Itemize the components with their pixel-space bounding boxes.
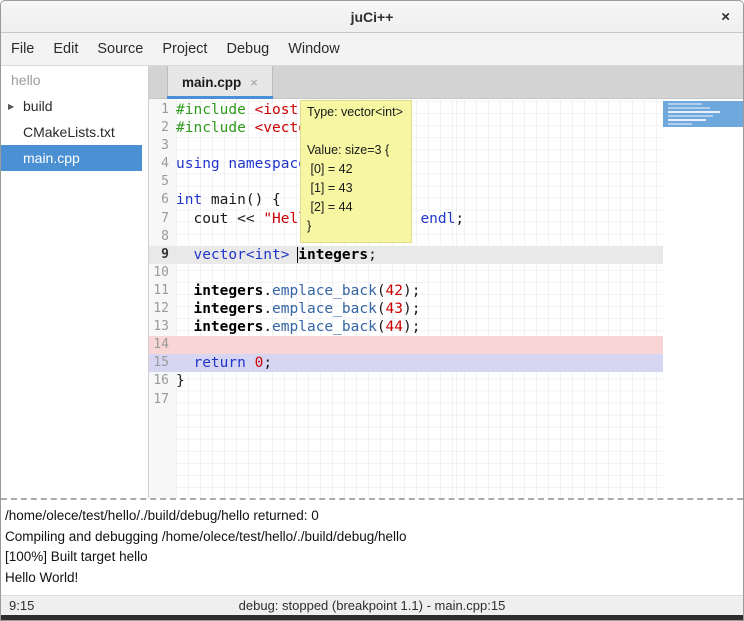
file-sidebar: hello ▶ build CMakeLists.txt main.cpp xyxy=(1,66,149,498)
code-text: vector<int> integers; xyxy=(176,246,377,264)
menu-item-debug[interactable]: Debug xyxy=(226,41,269,57)
file-tree: ▶ build CMakeLists.txt main.cpp xyxy=(1,93,148,171)
expander-icon[interactable]: ▶ xyxy=(8,102,14,111)
tooltip-line: [1] = 43 xyxy=(307,179,405,198)
tooltip-line xyxy=(307,122,405,141)
line-number: 13 xyxy=(149,318,176,336)
code-text: integers.emplace_back(42); xyxy=(176,282,420,300)
main-split: hello ▶ build CMakeLists.txt main.cpp main.… xyxy=(1,66,743,498)
code-line-8[interactable]: 8 xyxy=(149,228,743,246)
code-text: return 0; xyxy=(176,354,272,372)
code-line-9[interactable]: 9 vector<int> integers; xyxy=(149,246,743,264)
code-editor[interactable]: 1#include <iostream>2#include <vector>34… xyxy=(149,99,743,498)
line-number: 15 xyxy=(149,354,176,372)
code-text: integers.emplace_back(43); xyxy=(176,300,420,318)
output-panel[interactable]: /home/olece/test/hello/./build/debug/hel… xyxy=(1,498,743,595)
tab-main-cpp[interactable]: main.cpp × xyxy=(167,66,273,98)
minimap-viewport[interactable] xyxy=(663,101,743,127)
code-line-4[interactable]: 4using namespace std; xyxy=(149,155,743,173)
code-line-12[interactable]: 12 integers.emplace_back(43); xyxy=(149,300,743,318)
line-number: 10 xyxy=(149,264,176,282)
line-number: 6 xyxy=(149,191,176,209)
editor-column: main.cpp × 1#include <iostream>2#include … xyxy=(149,66,743,498)
code-line-6[interactable]: 6int main() { xyxy=(149,191,743,209)
line-number: 5 xyxy=(149,173,176,191)
app-window: juCi++ × File Edit Source Project Debug Windo… xyxy=(0,0,744,621)
window-title: juCi++ xyxy=(351,9,394,25)
status-bar: debug: stopped (breakpoint 1.1) - main.c… xyxy=(1,595,743,615)
code-line-15[interactable]: 15 return 0; xyxy=(149,354,743,372)
tab-strip: main.cpp × xyxy=(149,66,743,99)
code-text: } xyxy=(176,372,185,390)
file-label: main.cpp xyxy=(23,150,80,166)
sidebar-item-build[interactable]: ▶ build xyxy=(1,93,148,119)
overview-minimap[interactable] xyxy=(663,99,743,498)
code-line-14[interactable]: 14 xyxy=(149,336,743,354)
title-bar[interactable]: juCi++ × xyxy=(1,1,743,33)
code-text: integers.emplace_back(44); xyxy=(176,318,420,336)
line-number: 4 xyxy=(149,155,176,173)
code-line-5[interactable]: 5 xyxy=(149,173,743,191)
line-number: 12 xyxy=(149,300,176,318)
debug-status-text: debug: stopped (breakpoint 1.1) - main.c… xyxy=(1,598,743,613)
code-line-16[interactable]: 16} xyxy=(149,372,743,390)
menu-item-project[interactable]: Project xyxy=(162,41,207,57)
code-text: int main() { xyxy=(176,191,281,209)
code-line-3[interactable]: 3 xyxy=(149,137,743,155)
text-cursor: integers xyxy=(297,247,368,263)
file-label: build xyxy=(23,98,53,114)
output-line: Compiling and debugging /home/olece/test… xyxy=(5,527,739,548)
file-label: CMakeLists.txt xyxy=(23,124,115,140)
menu-item-file[interactable]: File xyxy=(11,41,34,57)
tooltip-line: } xyxy=(307,217,405,236)
minimap-text-streak xyxy=(668,123,692,125)
line-number: 7 xyxy=(149,210,176,228)
code-line-7[interactable]: 7 cout << "Hello World!" << endl; xyxy=(149,210,743,228)
minimap-text-streak xyxy=(668,119,706,121)
sidebar-item-main-cpp[interactable]: main.cpp xyxy=(1,145,142,171)
minimap-text-streak xyxy=(668,115,713,117)
code-line-17[interactable]: 17 xyxy=(149,391,743,409)
tab-label: main.cpp xyxy=(182,75,241,90)
code-line-1[interactable]: 1#include <iostream> xyxy=(149,101,743,119)
line-number: 2 xyxy=(149,119,176,137)
menu-item-edit[interactable]: Edit xyxy=(53,41,78,57)
close-icon[interactable]: × xyxy=(721,8,730,25)
menu-bar: File Edit Source Project Debug Window xyxy=(1,33,743,66)
line-number: 17 xyxy=(149,391,176,409)
line-number: 9 xyxy=(149,246,176,264)
minimap-text-streak xyxy=(668,111,720,113)
output-line: /home/olece/test/hello/./build/debug/hel… xyxy=(5,506,739,527)
debug-value-tooltip: Type: vector<int> Value: size=3 { [0] = … xyxy=(300,100,412,243)
code-line-11[interactable]: 11 integers.emplace_back(42); xyxy=(149,282,743,300)
project-name: hello xyxy=(1,66,148,93)
code-line-10[interactable]: 10 xyxy=(149,264,743,282)
line-number: 3 xyxy=(149,137,176,155)
tooltip-line: Value: size=3 { xyxy=(307,141,405,160)
line-number: 11 xyxy=(149,282,176,300)
tooltip-line: Type: vector<int> xyxy=(307,103,405,122)
window-bottom-edge xyxy=(1,615,743,621)
line-number: 8 xyxy=(149,228,176,246)
output-line: Hello World! xyxy=(5,568,739,589)
tooltip-line: [0] = 42 xyxy=(307,160,405,179)
cursor-position: 9:15 xyxy=(1,598,34,613)
menu-item-window[interactable]: Window xyxy=(288,41,340,57)
minimap-text-streak xyxy=(668,107,710,109)
code-line-2[interactable]: 2#include <vector> xyxy=(149,119,743,137)
line-number: 14 xyxy=(149,336,176,354)
line-number: 1 xyxy=(149,101,176,119)
tab-close-icon[interactable]: × xyxy=(250,75,258,90)
tooltip-line: [2] = 44 xyxy=(307,198,405,217)
output-line: [100%] Built target hello xyxy=(5,547,739,568)
line-number: 16 xyxy=(149,372,176,390)
sidebar-item-cmakelists-txt[interactable]: CMakeLists.txt xyxy=(1,119,148,145)
menu-item-source[interactable]: Source xyxy=(97,41,143,57)
minimap-text-streak xyxy=(668,103,702,105)
code-rows: 1#include <iostream>2#include <vector>34… xyxy=(149,101,743,409)
code-line-13[interactable]: 13 integers.emplace_back(44); xyxy=(149,318,743,336)
